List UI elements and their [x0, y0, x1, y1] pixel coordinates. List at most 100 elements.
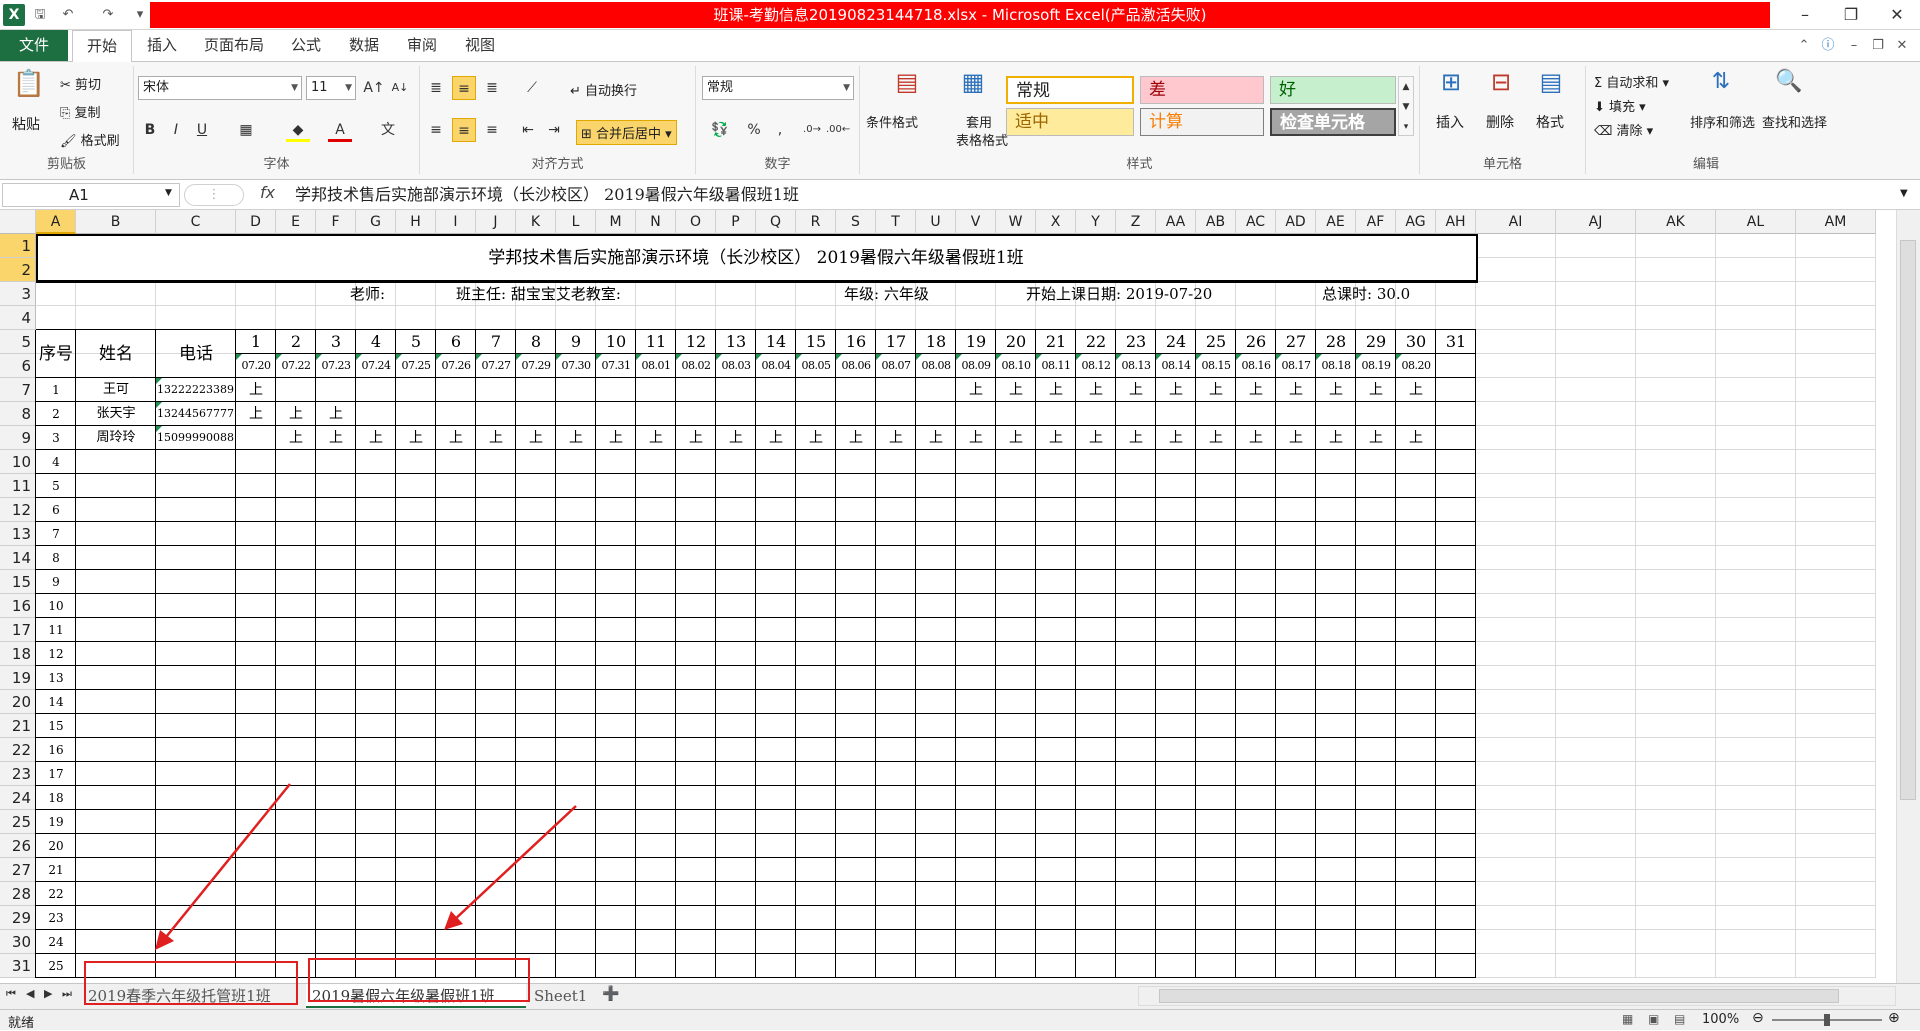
attendance-mark[interactable]: 上 — [1396, 378, 1436, 402]
find-select-label[interactable]: 查找和选择 — [1762, 112, 1827, 131]
attendance-mark[interactable]: 上 — [1116, 378, 1156, 402]
align-top-icon[interactable]: ≣ — [424, 76, 448, 100]
wb-restore-icon[interactable]: ❐ — [1868, 36, 1888, 56]
attendance-mark[interactable]: 上 — [636, 426, 676, 450]
row-header-20[interactable]: 20 — [0, 690, 36, 714]
column-header-S[interactable]: S — [836, 210, 876, 234]
attendance-mark[interactable]: 上 — [316, 402, 356, 426]
accounting-icon[interactable]: 💱 — [702, 118, 738, 142]
student-name[interactable]: 周玲玲 — [76, 426, 156, 450]
insert-function-icon[interactable]: fx — [260, 183, 275, 202]
column-header-L[interactable]: L — [556, 210, 596, 234]
vertical-scrollbar[interactable] — [1896, 210, 1920, 983]
shrink-font-icon[interactable]: A↓ — [388, 76, 412, 100]
formula-expand-icon[interactable]: ⋮ — [184, 184, 244, 206]
style-calculation[interactable]: 计算 — [1140, 108, 1264, 136]
minimize-icon[interactable]: – — [1782, 0, 1828, 30]
help-icon[interactable]: ⓘ — [1818, 36, 1838, 56]
restore-icon[interactable]: ❐ — [1828, 0, 1874, 30]
column-header-G[interactable]: G — [356, 210, 396, 234]
merge-center-button[interactable]: ⊞ 合并后居中 ▾ — [576, 120, 677, 145]
row-seq[interactable]: 22 — [36, 882, 76, 906]
redo-icon[interactable]: ↷ — [98, 5, 118, 25]
number-format-select[interactable]: 常规 ▼ — [702, 76, 854, 100]
row-header-19[interactable]: 19 — [0, 666, 36, 690]
row-seq[interactable]: 21 — [36, 858, 76, 882]
attendance-mark[interactable]: 上 — [436, 426, 476, 450]
copy-button[interactable]: ⎘ 复制 — [60, 102, 101, 121]
row-seq[interactable]: 12 — [36, 642, 76, 666]
font-size-select[interactable]: 11 ▼ — [306, 76, 356, 100]
attendance-mark[interactable]: 上 — [676, 426, 716, 450]
italic-icon[interactable]: I — [164, 118, 188, 142]
percent-icon[interactable]: % — [742, 118, 766, 142]
row-header-25[interactable]: 25 — [0, 810, 36, 834]
row-header-7[interactable]: 7 — [0, 378, 36, 402]
sheet-tab-sheet1[interactable]: Sheet1 — [528, 984, 592, 1008]
style-good[interactable]: 好 — [1270, 76, 1396, 104]
attendance-mark[interactable]: 上 — [1236, 426, 1276, 450]
attendance-mark[interactable]: 上 — [956, 426, 996, 450]
row-seq[interactable]: 11 — [36, 618, 76, 642]
normal-view-icon[interactable]: ▦ — [1622, 1012, 1633, 1026]
column-header-AD[interactable]: AD — [1276, 210, 1316, 234]
worksheet-area[interactable]: A B C D E F G H I J K L M N O P Q R S T U V W X Y Z AA AB AC AD AE AF AG… — [0, 210, 1920, 983]
column-header-U[interactable]: U — [916, 210, 956, 234]
attendance-mark[interactable]: 上 — [1236, 378, 1276, 402]
conditional-format-icon[interactable]: ▤ — [890, 70, 924, 104]
column-header-V[interactable]: V — [956, 210, 996, 234]
delete-cells-icon[interactable]: ⊟ — [1484, 70, 1518, 104]
tab-file[interactable]: 文件 — [0, 30, 68, 61]
column-header-Z[interactable]: Z — [1116, 210, 1156, 234]
align-right-icon[interactable]: ≡ — [480, 118, 504, 142]
attendance-mark[interactable]: 上 — [1076, 378, 1116, 402]
tab-data[interactable]: 数据 — [340, 30, 388, 61]
row-header-30[interactable]: 30 — [0, 930, 36, 954]
attendance-mark[interactable]: 上 — [1196, 378, 1236, 402]
column-header-AB[interactable]: AB — [1196, 210, 1236, 234]
font-color-icon[interactable]: A — [328, 118, 352, 142]
column-header-AJ[interactable]: AJ — [1556, 210, 1636, 234]
cut-button[interactable]: ✂ 剪切 — [60, 74, 101, 93]
attendance-mark[interactable]: 上 — [956, 378, 996, 402]
row-header-11[interactable]: 11 — [0, 474, 36, 498]
horizontal-scroll-thumb[interactable] — [1159, 989, 1839, 1003]
column-header-T[interactable]: T — [876, 210, 916, 234]
column-header-AG[interactable]: AG — [1396, 210, 1436, 234]
student-name[interactable]: 王可 — [76, 378, 156, 402]
row-header-8[interactable]: 8 — [0, 402, 36, 426]
column-header-AI[interactable]: AI — [1476, 210, 1556, 234]
zoom-in-icon[interactable]: ⊕ — [1888, 1010, 1900, 1026]
row-seq[interactable]: 7 — [36, 522, 76, 546]
attendance-mark[interactable]: 上 — [276, 402, 316, 426]
student-seq[interactable]: 2 — [36, 402, 76, 426]
close-icon[interactable]: ✕ — [1874, 0, 1920, 30]
column-header-AM[interactable]: AM — [1796, 210, 1876, 234]
row-seq[interactable]: 18 — [36, 786, 76, 810]
decrease-decimal-icon[interactable]: .00← — [826, 118, 850, 142]
row-header-9[interactable]: 9 — [0, 426, 36, 450]
row-seq[interactable]: 4 — [36, 450, 76, 474]
increase-decimal-icon[interactable]: .0→ — [800, 118, 824, 142]
row-header-17[interactable]: 17 — [0, 618, 36, 642]
tab-insert[interactable]: 插入 — [138, 30, 186, 61]
row-seq[interactable]: 5 — [36, 474, 76, 498]
attendance-mark[interactable]: 上 — [476, 426, 516, 450]
column-header-C[interactable]: C — [156, 210, 236, 234]
column-header-X[interactable]: X — [1036, 210, 1076, 234]
row-header-3[interactable]: 3 — [0, 282, 36, 306]
save-icon[interactable]: 🖫 — [30, 5, 50, 25]
format-cells-icon[interactable]: ▤ — [1534, 70, 1568, 104]
row-header-31[interactable]: 31 — [0, 954, 36, 978]
autosum-button[interactable]: Σ 自动求和 ▾ — [1594, 72, 1669, 91]
column-header-D[interactable]: D — [236, 210, 276, 234]
column-header-J[interactable]: J — [476, 210, 516, 234]
new-sheet-icon[interactable]: ➕ — [602, 986, 619, 1002]
fill-color-icon[interactable]: ◆ — [286, 118, 310, 142]
horizontal-scrollbar[interactable] — [1138, 986, 1896, 1006]
attendance-mark[interactable]: 上 — [1356, 426, 1396, 450]
delete-cells-label[interactable]: 删除 — [1486, 112, 1514, 132]
wb-close-icon[interactable]: ✕ — [1892, 36, 1912, 56]
column-header-AH[interactable]: AH — [1436, 210, 1476, 234]
student-seq[interactable]: 1 — [36, 378, 76, 402]
